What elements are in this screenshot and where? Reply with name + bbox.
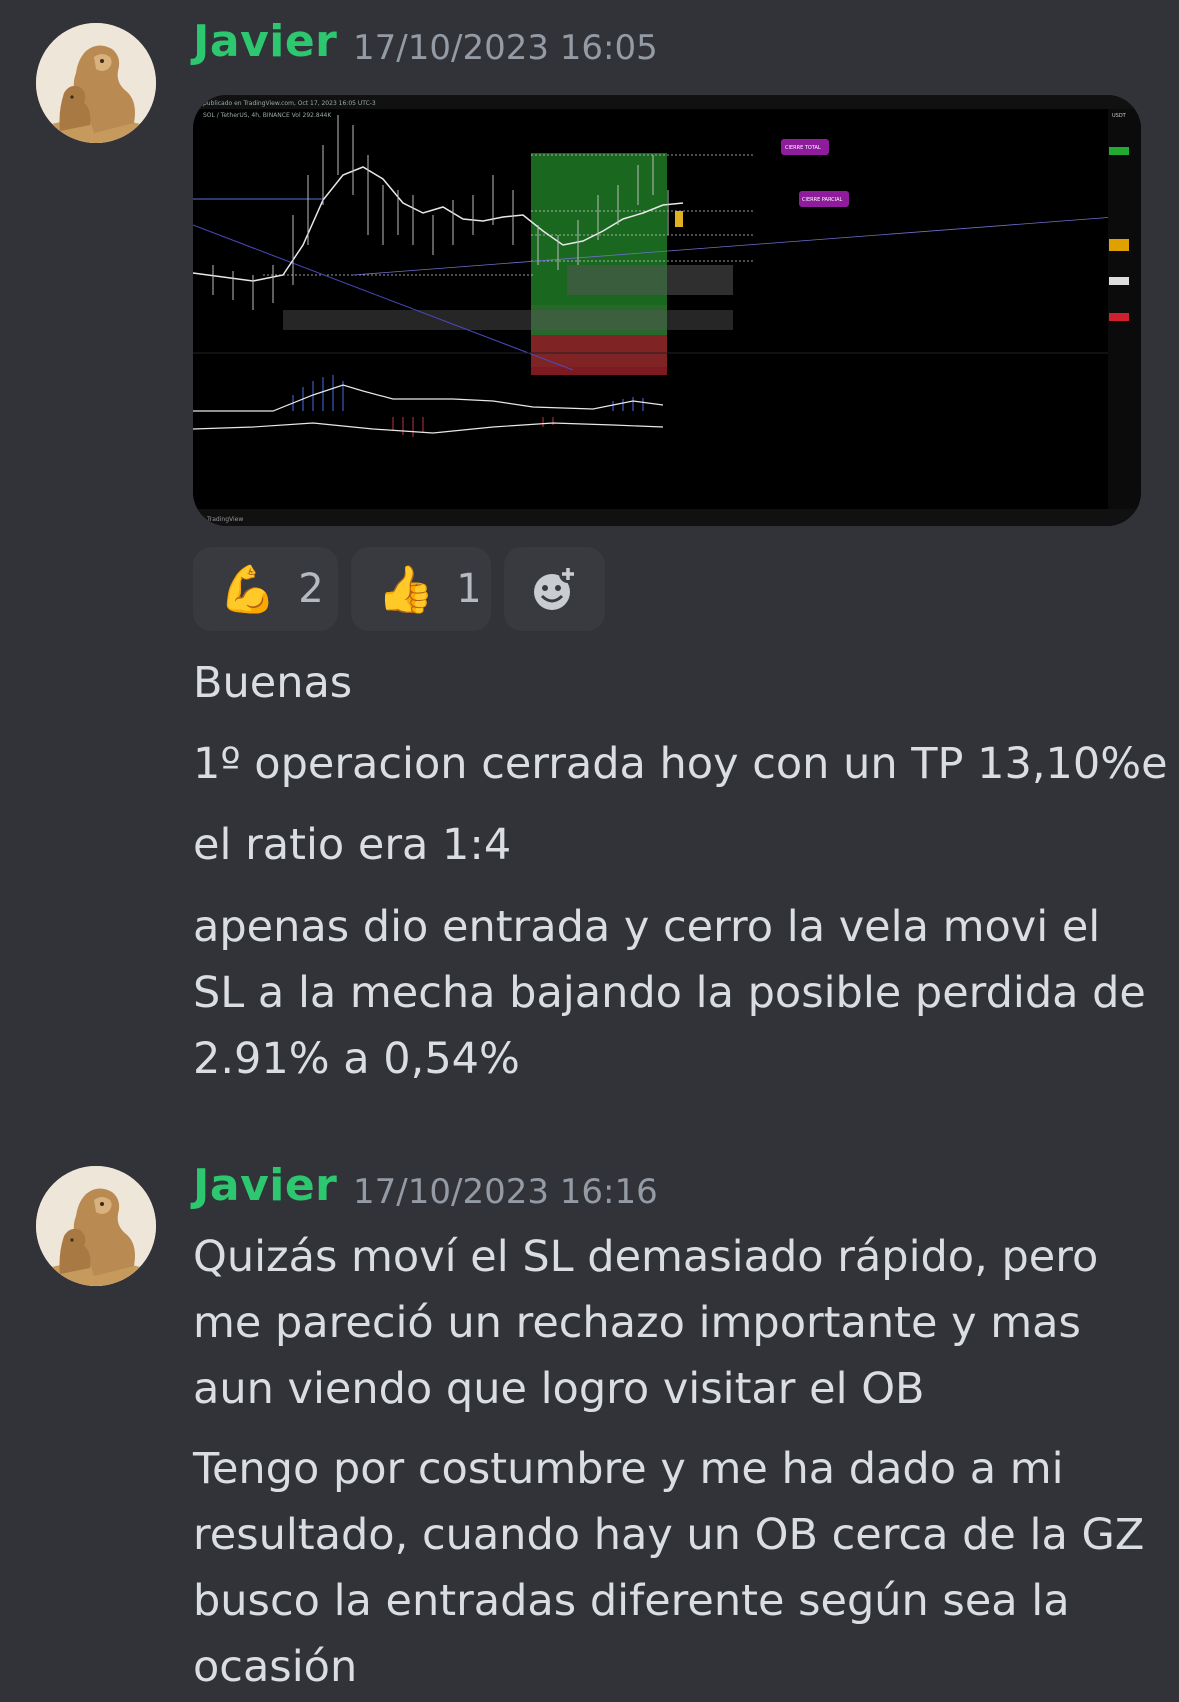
message-text-line: resultado, cuando hay un OB cerca de la … [193, 1510, 1145, 1560]
author-name[interactable]: Javier [193, 16, 337, 67]
trading-chart-image: publicado en TradingView.com, Oct 17, 20… [193, 95, 1141, 526]
label-cierre-parcial: CIERRE PARCIAL [802, 197, 843, 203]
message-text-line: Tengo por costumbre y me ha dado a mi [193, 1444, 1064, 1494]
thumbs-up-emoji-icon: 👍 [377, 562, 435, 616]
message-text-line: el ratio era 1:4 [193, 820, 512, 870]
current-candle [675, 211, 683, 227]
price-axis-label: USDT [1112, 113, 1127, 119]
order-block-1 [567, 265, 733, 295]
message-text-line: aun viendo que logro visitar el OB [193, 1364, 925, 1414]
message-text-line: Buenas [193, 658, 353, 708]
cougar-avatar-icon [36, 1166, 156, 1286]
price-axis [1108, 109, 1141, 509]
timestamp: 17/10/2023 16:16 [353, 1172, 658, 1212]
cougar-avatar-icon [36, 23, 156, 143]
avatar[interactable] [36, 1166, 156, 1286]
add-reaction-icon [533, 565, 577, 610]
order-block-2 [283, 310, 733, 330]
sl-zone [531, 335, 667, 375]
reaction-count: 2 [298, 566, 324, 612]
message-text-line: busco la entradas diferente según sea la [193, 1576, 1070, 1626]
add-reaction-button[interactable] [504, 547, 605, 631]
message-text-line: ocasión [193, 1642, 358, 1692]
reaction-count: 1 [456, 566, 482, 612]
reaction-thumbs-up[interactable]: 👍 1 [351, 547, 491, 631]
message-text-line: 2.91% a 0,54% [193, 1034, 520, 1084]
chart-header-text: publicado en TradingView.com, Oct 17, 20… [203, 100, 376, 107]
timestamp: 17/10/2023 16:05 [353, 28, 658, 68]
reaction-muscle[interactable]: 💪 2 [193, 547, 338, 631]
message-text-line: 1º operacion cerrada hoy con un TP 13,10… [193, 739, 1168, 789]
chart-symbol-line: SOL / TetherUS, 4h, BINANCE Vol 292.844K [203, 112, 332, 119]
label-cierre-total: CIERRE TOTAL [785, 145, 821, 151]
message-text-line: me pareció un rechazo importante y mas [193, 1298, 1081, 1348]
message-text-line: Quizás moví el SL demasiado rápido, pero [193, 1232, 1099, 1282]
avatar[interactable] [36, 23, 156, 143]
muscle-emoji-icon: 💪 [219, 562, 277, 616]
chart-footer: TradingView [206, 516, 243, 523]
chart-image-attachment[interactable]: publicado en TradingView.com, Oct 17, 20… [193, 95, 1141, 526]
message-text-line: SL a la mecha bajando la posible perdida… [193, 968, 1146, 1018]
author-name[interactable]: Javier [193, 1160, 337, 1211]
message-text-line: apenas dio entrada y cerro la vela movi … [193, 902, 1101, 952]
